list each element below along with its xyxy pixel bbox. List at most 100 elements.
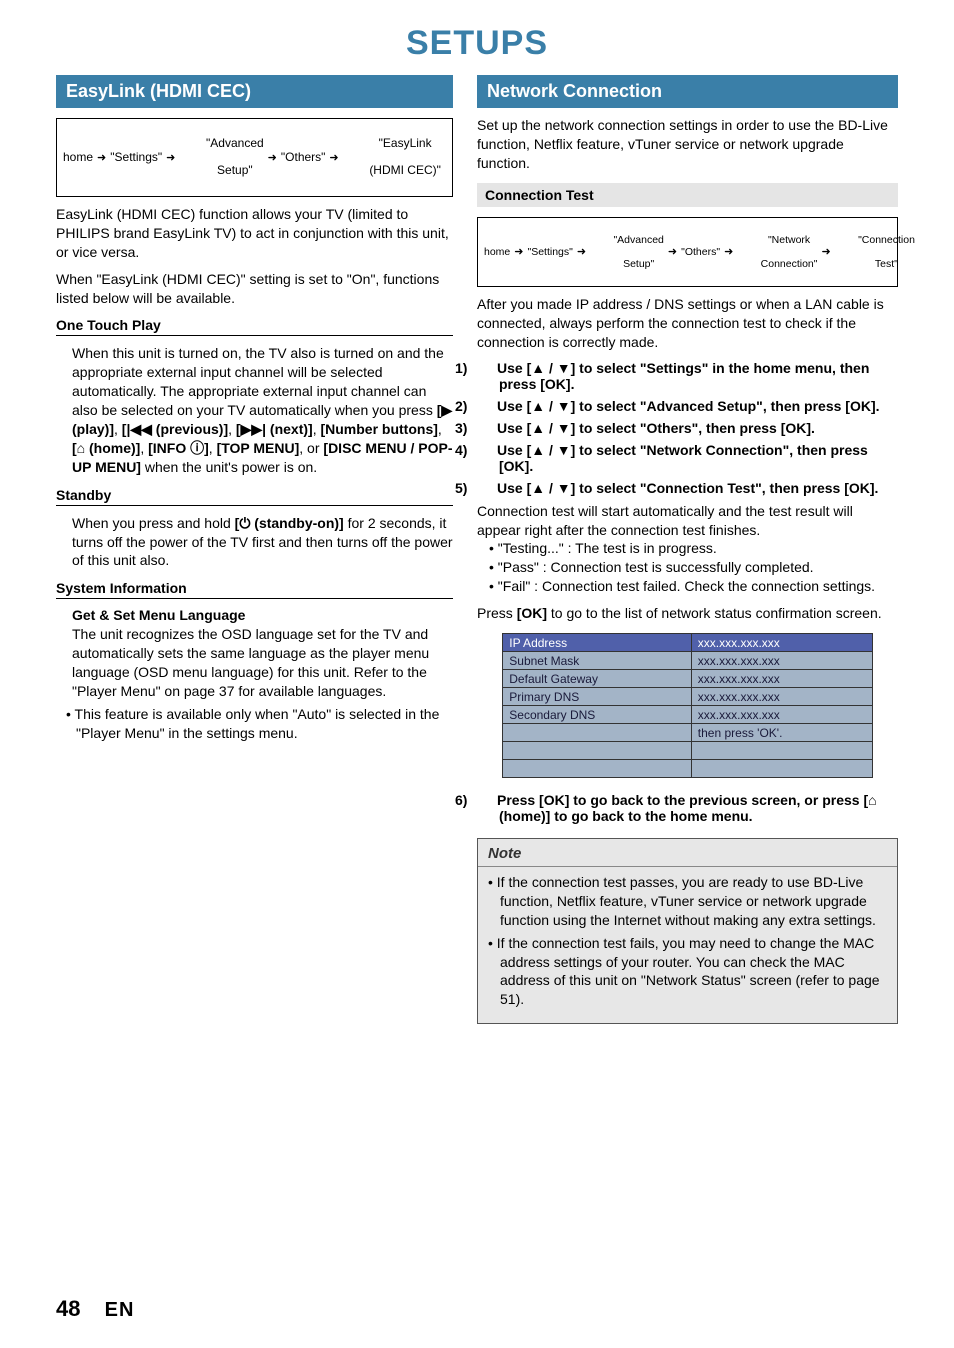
key-info: [INFO ⓘ] (148, 440, 209, 456)
cell-val: xxx.xxx.xxx.xxx (691, 688, 872, 706)
note-title: Note (478, 839, 897, 867)
arrow-icon: ➜ (668, 245, 677, 258)
cell-val: xxx.xxx.xxx.xxx (691, 652, 872, 670)
note-list: If the connection test passes, you are r… (478, 867, 897, 1009)
crumb-text: "Advanced (206, 136, 264, 150)
text: When you press and hold (72, 515, 235, 531)
crumb-settings: "Settings" (110, 151, 162, 165)
cell-val: xxx.xxx.xxx.xxx (691, 670, 872, 688)
crumb-text: Test" (875, 258, 898, 270)
cell-key (503, 742, 692, 760)
crumb-text: Setup" (623, 258, 654, 270)
step-text: Use [▲ / ▼] to select "Others", then pre… (497, 420, 815, 436)
step-text: Use [▲ / ▼] to select "Advanced Setup", … (497, 398, 880, 414)
arrow-icon: ➜ (724, 245, 733, 258)
page-number: 48 EN (56, 1296, 134, 1322)
cell-key: Primary DNS (503, 688, 692, 706)
cell-val: xxx.xxx.xxx.xxx (691, 706, 872, 724)
arrow-icon: ➜ (166, 151, 175, 164)
table-row: Default Gatewayxxx.xxx.xxx.xxx (503, 670, 872, 688)
footnote-auto: • This feature is available only when "A… (66, 705, 453, 743)
one-touch-play-heading: One Touch Play (56, 317, 453, 336)
steps-list-2: 6)Press [OK] to go back to the previous … (477, 792, 898, 824)
crumb-text: Connection" (761, 258, 818, 270)
arrow-icon: ➜ (97, 151, 106, 164)
breadcrumb-connection-test: home ➜ "Settings" ➜ "Advanced Setup" ➜ "… (477, 217, 898, 287)
status-list: "Testing..." : The test is in progress. … (477, 539, 898, 596)
right-column: Network Connection Set up the network co… (477, 75, 898, 1024)
when-on-text: When "EasyLink (HDMI CEC)" setting is se… (56, 270, 453, 308)
crumb-easylink: "EasyLink (HDMI CEC)" (343, 123, 441, 192)
note-item: If the connection test passes, you are r… (500, 873, 885, 930)
crumb-text: "Connection (858, 234, 915, 246)
table-row: Secondary DNSxxx.xxx.xxx.xxx (503, 706, 872, 724)
crumb-advanced-setup: "Advanced Setup" (590, 222, 664, 282)
arrow-icon: ➜ (268, 151, 277, 164)
heading-easylink: EasyLink (HDMI CEC) (56, 75, 453, 108)
crumb-network-connection: "Network Connection" (737, 222, 817, 282)
text: , (228, 421, 236, 437)
arrow-icon: ➜ (822, 245, 831, 258)
page-num: 48 (56, 1296, 80, 1321)
easylink-intro: EasyLink (HDMI CEC) function allows your… (56, 205, 453, 262)
text: When this unit is turned on, the TV also… (72, 345, 444, 418)
crumb-home: home (63, 151, 93, 165)
text: This feature is available only when "Aut… (75, 706, 440, 741)
key-previous: [|◀◀ (previous)] (122, 421, 228, 437)
table-row: IP Addressxxx.xxx.xxx.xxx (503, 634, 872, 652)
step-5: 5)Use [▲ / ▼] to select "Connection Test… (477, 480, 898, 496)
steps-list: 1)Use [▲ / ▼] to select "Settings" in th… (477, 360, 898, 496)
page-title: SETUPS (56, 24, 898, 63)
network-status-table: IP Addressxxx.xxx.xxx.xxx Subnet Maskxxx… (502, 633, 872, 778)
key-next: [▶▶| (next)] (236, 421, 313, 437)
step-6: 6)Press [OK] to go back to the previous … (477, 792, 898, 824)
step-4: 4)Use [▲ / ▼] to select "Network Connect… (477, 442, 898, 474)
crumb-others: "Others" (281, 151, 326, 165)
text: , (438, 421, 442, 437)
crumb-text: Setup" (217, 163, 253, 177)
crumb-others: "Others" (681, 246, 720, 258)
system-info-heading: System Information (56, 580, 453, 599)
text: , (114, 421, 122, 437)
get-set-heading: Get & Set Menu Language (72, 607, 453, 623)
crumb-home: home (484, 246, 510, 258)
table-row: then press 'OK'. (503, 724, 872, 742)
arrow-icon: ➜ (577, 245, 586, 258)
table-row: Primary DNSxxx.xxx.xxx.xxx (503, 688, 872, 706)
key-top-menu: [TOP MENU] (217, 440, 300, 456)
key-standby: [⏻ (standby-on)] (235, 515, 344, 531)
crumb-text: "Network (768, 234, 810, 246)
connection-test-bar: Connection Test (477, 183, 898, 207)
cell-key (503, 724, 692, 742)
press-ok-text: Press [OK] to go to the list of network … (477, 604, 898, 623)
left-column: EasyLink (HDMI CEC) home ➜ "Settings" ➜ … (56, 75, 453, 1024)
crumb-advanced-setup: "Advanced Setup" (179, 123, 263, 192)
step-text: Use [▲ / ▼] to select "Connection Test",… (497, 480, 878, 496)
step-text: Press [OK] to go back to the previous sc… (497, 792, 877, 824)
get-set-body: The unit recognizes the OSD language set… (72, 625, 453, 701)
after-settings-text: After you made IP address / DNS settings… (477, 295, 898, 352)
table-row (503, 760, 872, 778)
note-box: Note If the connection test passes, you … (477, 838, 898, 1024)
note-item: If the connection test fails, you may ne… (500, 934, 885, 1010)
text: , or (299, 440, 323, 456)
cell-val (691, 760, 872, 778)
status-testing: "Testing..." : The test is in progress. (501, 539, 898, 558)
cell-val: xxx.xxx.xxx.xxx (691, 634, 872, 652)
cell-val (691, 742, 872, 760)
cell-key: IP Address (503, 634, 692, 652)
cell-val: then press 'OK'. (691, 724, 872, 742)
arrow-icon: ➜ (329, 151, 338, 164)
crumb-text: (HDMI CEC)" (369, 163, 441, 177)
conn-result-text: Connection test will start automatically… (477, 502, 898, 540)
arrow-icon: ➜ (514, 245, 523, 258)
text: , (140, 440, 148, 456)
step-2: 2)Use [▲ / ▼] to select "Advanced Setup"… (477, 398, 898, 414)
status-fail: "Fail" : Connection test failed. Check t… (501, 577, 898, 596)
one-touch-play-body: When this unit is turned on, the TV also… (56, 344, 453, 476)
text: when the unit's power is on. (141, 459, 317, 475)
crumb-text: "Advanced (613, 234, 663, 246)
cell-key: Subnet Mask (503, 652, 692, 670)
heading-network: Network Connection (477, 75, 898, 108)
cell-key: Default Gateway (503, 670, 692, 688)
